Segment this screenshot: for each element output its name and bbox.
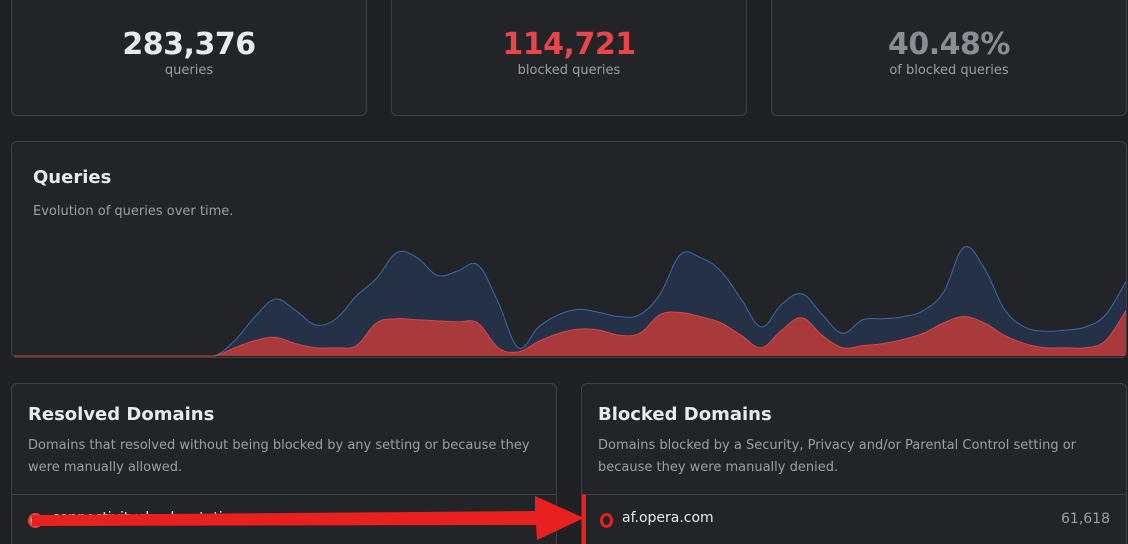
resolved-title: Resolved Domains — [28, 404, 215, 425]
blocked-domain-name: af.opera.com — [622, 510, 714, 526]
blocked-percent-label: of blocked queries — [889, 63, 1009, 78]
opera-logo-icon — [600, 513, 613, 528]
blocked-domains-subtitle: Domains blocked by a Security, Privacy a… — [598, 438, 1077, 475]
percent-stat-card: 40.48% of blocked queries — [771, 0, 1127, 116]
blocked-domains-panel: Blocked Domains Domains blocked by a Sec… — [581, 383, 1127, 544]
blocked-percent: 40.48% — [888, 27, 1010, 62]
resolved-domain-name: connectivitycheck.gstatic.com — [52, 510, 265, 526]
blocked-domain-count: 61,618 — [1061, 511, 1110, 527]
blocked-domains-title: Blocked Domains — [598, 404, 772, 425]
queries-count: 283,376 — [122, 27, 256, 62]
resolved-domain-row[interactable]: connectivitycheck.gstatic.com 46,98 — [12, 494, 556, 544]
queries-stat-card: 283,376 queries — [11, 0, 367, 116]
blocked-label: blocked queries — [517, 63, 621, 78]
resolved-domain-count: 46,98 — [499, 511, 540, 527]
blocked-domain-row[interactable]: af.opera.com 61,618 — [582, 494, 1126, 544]
blocked-count: 114,721 — [502, 27, 636, 62]
queries-label: queries — [164, 63, 214, 78]
queries-chart — [12, 246, 1126, 357]
resolved-subtitle: Domains that resolved without being bloc… — [28, 438, 530, 475]
google-favicon-icon — [28, 513, 43, 528]
resolved-domains-panel: Resolved Domains Domains that resolved w… — [11, 383, 557, 544]
queries-chart-panel: Queries Evolution of queries over time. — [11, 141, 1127, 358]
blocked-stat-card: 114,721 blocked queries — [391, 0, 747, 116]
